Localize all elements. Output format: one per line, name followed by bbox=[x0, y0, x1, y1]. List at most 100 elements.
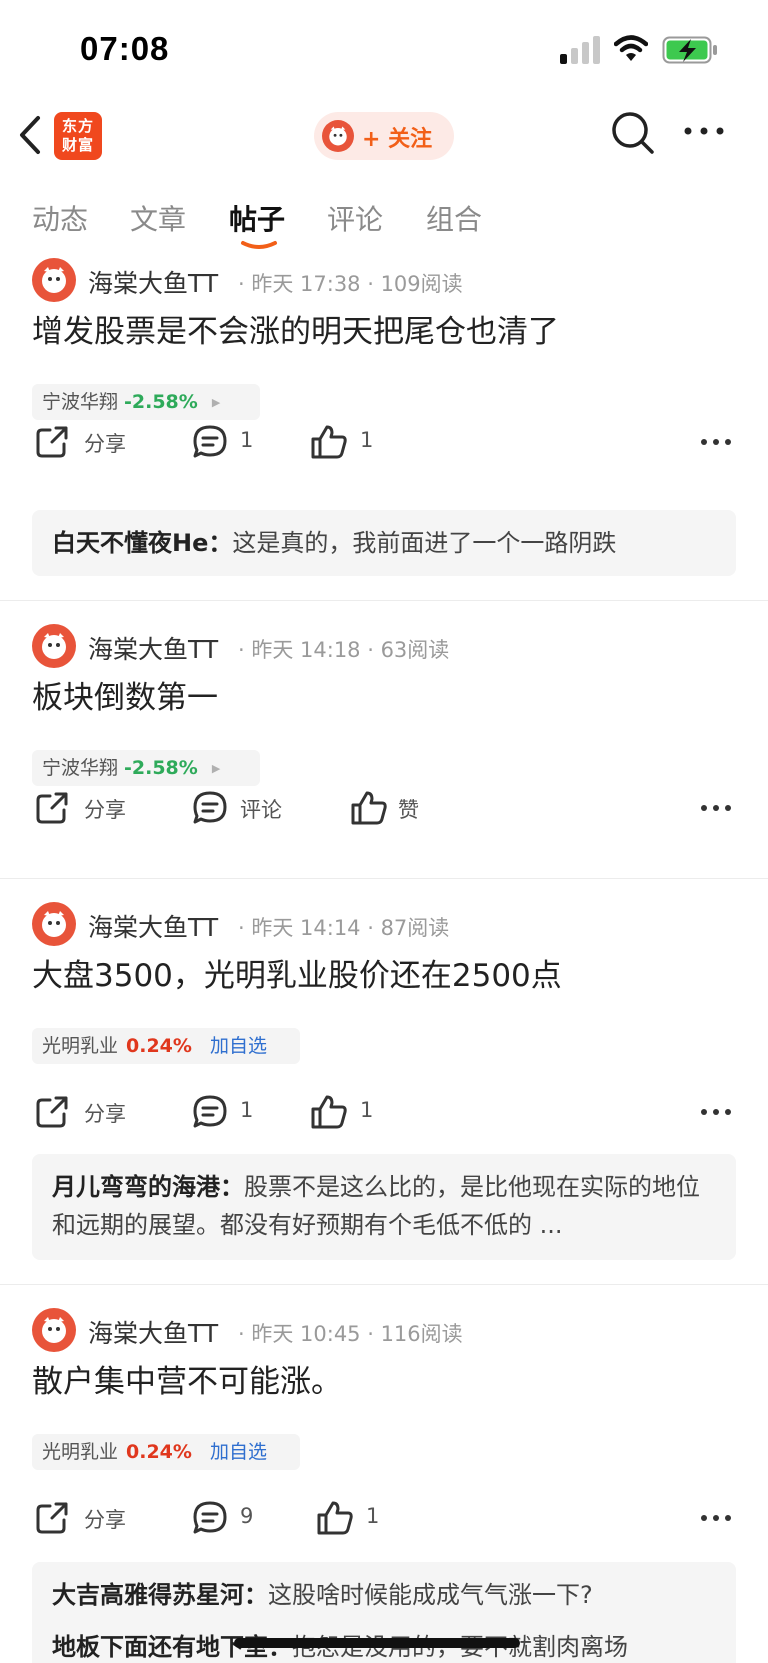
add-to-watchlist-link[interactable]: 加自选 bbox=[210, 1035, 267, 1057]
share-button[interactable]: 分享 bbox=[34, 420, 134, 464]
post-content[interactable]: 散户集中营不可能涨。 bbox=[32, 1356, 342, 1401]
reply-item: 月儿弯弯的海港：股票不是这么比的，是比他现在实际的地位和远期的展望。都没有好预期… bbox=[52, 1173, 700, 1239]
post-meta: · 昨天 14:18 · 63阅读 bbox=[238, 638, 450, 662]
stock-change: -2.58% bbox=[124, 757, 198, 779]
post-card[interactable]: 海棠大鱼TT · 昨天 17:38 · 109阅读 增发股票是不会涨的明天把尾仓… bbox=[0, 258, 768, 598]
post-content[interactable]: 板块倒数第一 bbox=[32, 672, 218, 717]
more-options-icon[interactable] bbox=[700, 438, 732, 446]
top-nav-bar: 东方 财富 + 关注 bbox=[0, 100, 768, 176]
reply-author[interactable]: 白天不懂夜He bbox=[52, 529, 208, 557]
active-tab-indicator bbox=[241, 241, 277, 249]
reply-preview[interactable]: 白天不懂夜He：这是真的，我前面进了一个一路阴跌 bbox=[32, 510, 736, 576]
comment-button[interactable]: 9 bbox=[192, 1496, 262, 1540]
home-indicator[interactable] bbox=[234, 1638, 520, 1648]
like-button[interactable]: 1 bbox=[310, 1090, 380, 1134]
stock-name: 宁波华翔 bbox=[42, 757, 119, 779]
post-card[interactable]: 海棠大鱼TT · 昨天 10:45 · 116阅读 散户集中营不可能涨。 光明乳… bbox=[0, 1308, 768, 1663]
more-options-icon[interactable] bbox=[700, 1514, 732, 1522]
like-button[interactable]: 赞 bbox=[350, 786, 430, 830]
tab-activity[interactable]: 动态 bbox=[32, 198, 88, 238]
tab-posts[interactable]: 帖子 bbox=[229, 198, 285, 238]
post-actions: 分享 评论 赞 bbox=[0, 786, 768, 830]
post-content[interactable]: 增发股票是不会涨的明天把尾仓也清了 bbox=[32, 306, 559, 351]
reply-preview[interactable]: 月儿弯弯的海港：股票不是这么比的，是比他现在实际的地位和远期的展望。都没有好预期… bbox=[32, 1154, 736, 1260]
logo-text-line2: 财富 bbox=[61, 136, 94, 154]
comment-button[interactable]: 1 bbox=[192, 420, 262, 464]
author-avatar[interactable] bbox=[32, 624, 76, 668]
divider bbox=[0, 1284, 768, 1285]
author-avatar[interactable] bbox=[32, 1308, 76, 1352]
more-options-icon[interactable] bbox=[700, 804, 732, 812]
author-avatar[interactable] bbox=[32, 902, 76, 946]
stock-tag[interactable]: 宁波华翔 -2.58% ▶ bbox=[32, 384, 260, 420]
author-avatar[interactable] bbox=[32, 258, 76, 302]
stock-change: 0.24% bbox=[126, 1441, 192, 1463]
reply-text: 这股啥时候能成成气气涨一下? bbox=[268, 1581, 593, 1609]
reply-text: 这是真的，我前面进了一个一路阴跌 bbox=[232, 529, 617, 557]
status-time: 07:08 bbox=[80, 30, 170, 67]
comment-icon bbox=[193, 791, 227, 824]
author-name[interactable]: 海棠大鱼TT bbox=[88, 264, 218, 300]
logo-text-line1: 东方 bbox=[61, 117, 94, 135]
post-card[interactable]: 海棠大鱼TT · 昨天 14:18 · 63阅读 板块倒数第一 宁波华翔 -2.5… bbox=[0, 624, 768, 864]
thumbs-up-icon bbox=[311, 1095, 347, 1129]
wifi-icon bbox=[614, 35, 648, 61]
share-icon bbox=[36, 1096, 68, 1128]
post-header: 海棠大鱼TT · 昨天 17:38 · 109阅读 bbox=[32, 258, 732, 304]
comment-count: 1 bbox=[240, 1098, 254, 1122]
add-to-watchlist-link[interactable]: 加自选 bbox=[210, 1441, 267, 1463]
stock-change: 0.24% bbox=[126, 1035, 192, 1057]
like-button[interactable]: 1 bbox=[310, 420, 380, 464]
more-options-icon[interactable] bbox=[682, 124, 726, 138]
tab-comments[interactable]: 评论 bbox=[327, 198, 383, 238]
post-meta: · 昨天 10:45 · 116阅读 bbox=[238, 1322, 463, 1346]
share-label: 分享 bbox=[84, 1102, 126, 1126]
stock-tag[interactable]: 光明乳业 0.24% 加自选 bbox=[32, 1028, 300, 1064]
post-content[interactable]: 大盘3500，光明乳业股价还在2500点 bbox=[32, 950, 562, 995]
profile-tabs: 动态 文章 帖子 评论 组合 bbox=[0, 190, 768, 252]
comment-button[interactable]: 评论 bbox=[192, 786, 292, 830]
follow-button[interactable]: + 关注 bbox=[314, 112, 454, 160]
like-button[interactable]: 1 bbox=[316, 1496, 386, 1540]
play-arrow-icon: ▶ bbox=[211, 762, 221, 775]
author-name[interactable]: 海棠大鱼TT bbox=[88, 1314, 218, 1350]
thumbs-up-icon bbox=[311, 425, 347, 459]
share-label: 分享 bbox=[84, 798, 126, 822]
comment-count: 9 bbox=[240, 1504, 254, 1528]
share-button[interactable]: 分享 bbox=[34, 1090, 134, 1134]
app-logo[interactable]: 东方 财富 bbox=[54, 112, 102, 160]
post-header: 海棠大鱼TT · 昨天 14:18 · 63阅读 bbox=[32, 624, 732, 670]
divider bbox=[0, 878, 768, 879]
divider bbox=[0, 600, 768, 601]
tab-articles[interactable]: 文章 bbox=[130, 198, 186, 238]
share-icon bbox=[36, 1502, 68, 1534]
reply-author[interactable]: 大吉高雅得苏星河 bbox=[52, 1581, 244, 1609]
share-button[interactable]: 分享 bbox=[34, 786, 134, 830]
post-actions: 分享 1 1 bbox=[0, 420, 768, 464]
play-arrow-icon: ▶ bbox=[211, 396, 221, 409]
share-label: 分享 bbox=[84, 1508, 126, 1532]
like-count: 1 bbox=[360, 428, 374, 452]
status-bar: 07:08 bbox=[0, 0, 768, 96]
share-button[interactable]: 分享 bbox=[34, 1496, 134, 1540]
post-header: 海棠大鱼TT · 昨天 14:14 · 87阅读 bbox=[32, 902, 732, 948]
reply-author[interactable]: 月儿弯弯的海港 bbox=[52, 1173, 220, 1201]
author-name[interactable]: 海棠大鱼TT bbox=[88, 908, 218, 944]
author-name[interactable]: 海棠大鱼TT bbox=[88, 630, 218, 666]
back-chevron-icon[interactable] bbox=[16, 112, 46, 158]
stock-name: 宁波华翔 bbox=[42, 391, 119, 413]
comment-icon bbox=[193, 1501, 227, 1534]
stock-tag[interactable]: 宁波华翔 -2.58% ▶ bbox=[32, 750, 260, 786]
post-actions: 分享 9 1 bbox=[0, 1496, 768, 1540]
share-icon bbox=[36, 426, 68, 458]
post-meta: · 昨天 17:38 · 109阅读 bbox=[238, 272, 463, 296]
comment-button[interactable]: 1 bbox=[192, 1090, 262, 1134]
post-actions: 分享 1 1 bbox=[0, 1090, 768, 1134]
post-card[interactable]: 海棠大鱼TT · 昨天 14:14 · 87阅读 大盘3500，光明乳业股价还在… bbox=[0, 902, 768, 1262]
more-options-icon[interactable] bbox=[700, 1108, 732, 1116]
search-icon[interactable] bbox=[610, 110, 656, 158]
tab-portfolio[interactable]: 组合 bbox=[426, 198, 482, 238]
stock-tag[interactable]: 光明乳业 0.24% 加自选 bbox=[32, 1434, 300, 1470]
user-avatar bbox=[322, 120, 354, 152]
stock-name: 光明乳业 bbox=[42, 1441, 119, 1463]
